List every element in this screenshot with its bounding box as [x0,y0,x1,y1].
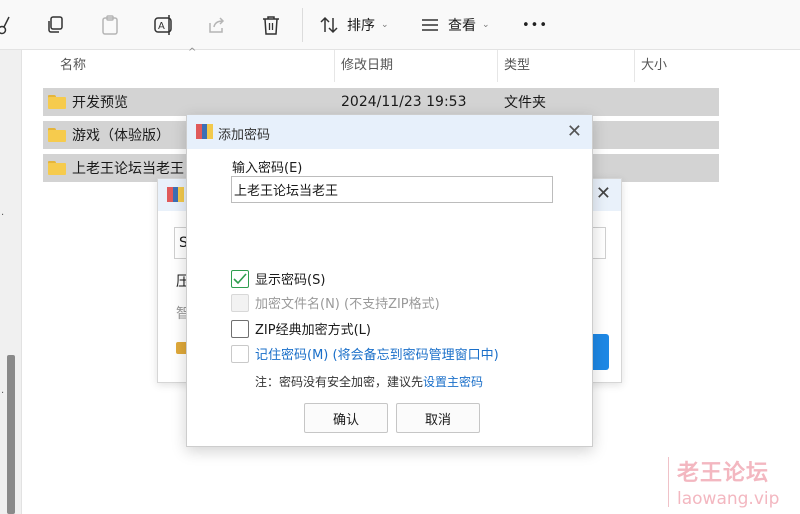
watermark-cn: 老王论坛 [677,461,770,486]
more-button[interactable]: ••• [522,0,548,50]
folder-icon [48,128,66,142]
column-header: 名称 ^ 修改日期 类型 大小 [22,47,722,82]
winrar-icon [167,187,184,202]
ok-button-label: 确认 [332,412,359,428]
chevron-down-icon: ⌄ [381,20,389,30]
file-type: 文件夹 [504,95,546,111]
view-list-icon [422,19,438,31]
close-icon[interactable]: ✕ [567,121,582,142]
remember-password-option[interactable]: 记住密码(M) (将会备忘到密码管理窗口中) [231,344,499,363]
zip-legacy-option[interactable]: ZIP经典加密方式(L) [231,319,371,338]
copy-icon [48,16,63,33]
site-watermark: 老王论坛 laowang.vip [668,455,788,509]
trash-icon [263,16,279,35]
watermark-divider [668,457,669,507]
password-label: 输入密码(E) [232,161,303,176]
encrypt-filenames-option[interactable]: 加密文件名(N) (不支持ZIP格式) [231,293,440,312]
ok-button[interactable]: 确认 [304,403,388,433]
show-password-option[interactable]: 显示密码(S) [231,269,325,288]
encrypt-filenames-label: 加密文件名(N) (不支持ZIP格式) [255,297,440,312]
rename-icon: A [154,15,172,35]
sort-button[interactable]: 排序 ⌄ [319,0,389,50]
cancel-button[interactable]: 取消 [396,403,480,433]
checkmark-icon [233,272,247,284]
remember-password-checkbox[interactable] [231,344,249,363]
sort-icon [320,16,338,34]
more-icon: ••• [522,17,549,33]
command-bar: A 排序 ⌄ 查看 ⌄ ••• [0,0,800,50]
share-button[interactable] [207,0,227,50]
share-icon [209,17,225,33]
show-password-label: 显示密码(S) [255,273,326,288]
folder-icon [48,161,66,175]
remember-password-label[interactable]: 记住密码(M) (将会备忘到密码管理窗口中) [255,344,499,363]
cut-button[interactable] [0,0,10,50]
nav-scrollbar[interactable] [7,355,15,514]
paste-button[interactable] [100,0,120,50]
cancel-button-label: 取消 [424,412,451,428]
security-note-text: 注：密码没有安全加密，建议先 [255,375,424,389]
encrypt-filenames-checkbox[interactable] [231,293,249,312]
column-modified-label: 修改日期 [341,58,394,73]
folder-icon [48,95,66,109]
winrar-icon [196,124,213,139]
column-size[interactable]: 大小 [634,50,722,82]
watermark-text: 老王论坛 laowang.vip [677,455,779,509]
show-password-checkbox[interactable] [231,269,249,288]
sort-ascending-icon: ^ [188,47,197,58]
column-size-label: 大小 [641,58,668,73]
rename-button[interactable]: A [153,0,175,50]
chevron-down-icon: ⌄ [482,20,490,30]
set-master-password-link[interactable]: 设置主密码 [423,375,483,389]
add-password-dialog: 添加密码 ✕ 输入密码(E) 显示密码(S) 加密文件名(N) (不支持ZIP格… [186,114,593,447]
copy-button[interactable] [45,0,65,50]
nav-mark: · [1,210,5,221]
file-name: 游戏（体验版） [72,128,170,144]
svg-text:A: A [158,21,165,32]
file-modified: 2024/11/23 19:53 [341,94,467,110]
file-name: 上老王论坛当老王 [72,161,184,177]
file-name: 开发预览 [72,95,128,111]
column-modified[interactable]: 修改日期 [334,50,497,82]
scissors-icon [0,16,10,35]
toolbar-separator [302,8,303,42]
column-name-label: 名称 [60,58,87,73]
close-icon[interactable]: ✕ [596,183,611,204]
security-note: 注：密码没有安全加密，建议先设置主密码 [255,373,483,390]
dialog-title: 添加密码 [218,128,271,143]
file-row[interactable]: 开发预览 2024/11/23 19:53 文件夹 [43,88,719,116]
view-button[interactable]: 查看 ⌄ [420,0,490,50]
password-input[interactable] [231,176,553,203]
watermark-en: laowang.vip [677,489,780,509]
paste-icon [102,15,118,35]
dialog-titlebar: 添加密码 ✕ [187,115,592,149]
zip-legacy-checkbox[interactable] [231,319,249,338]
view-label: 查看 [448,18,476,34]
column-type-label: 类型 [504,58,531,73]
nav-mark: · [1,388,5,399]
delete-button[interactable] [261,0,281,50]
zip-legacy-label: ZIP经典加密方式(L) [255,323,371,338]
sort-label: 排序 [347,18,375,34]
column-type[interactable]: 类型 [497,50,634,82]
